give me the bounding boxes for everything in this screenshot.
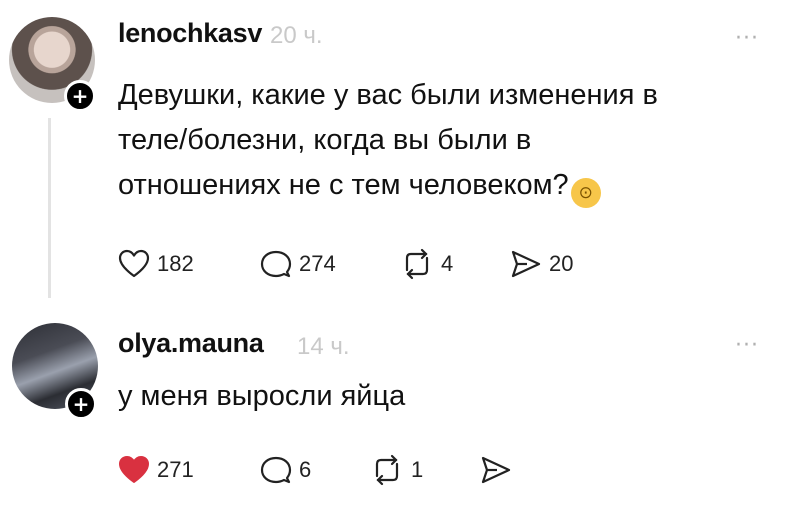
like-count: 271 bbox=[157, 457, 194, 482]
comment-button[interactable]: 6 bbox=[260, 450, 311, 490]
comment-icon bbox=[260, 456, 292, 484]
like-button[interactable]: 271 bbox=[118, 450, 194, 490]
username[interactable]: olya.mauna bbox=[118, 328, 264, 359]
comment-count: 6 bbox=[299, 457, 312, 482]
more-options-icon[interactable]: ··· bbox=[735, 333, 759, 358]
repost-icon bbox=[375, 454, 399, 486]
repost-button[interactable]: 1 bbox=[370, 450, 423, 490]
post-time: 14 ч. bbox=[297, 333, 350, 360]
heart-filled-icon bbox=[119, 456, 149, 483]
share-button[interactable] bbox=[480, 450, 519, 490]
post-2: + olya.mauna 14 ч. ··· у меня выросли яй… bbox=[0, 0, 800, 506]
repost-count: 1 bbox=[411, 457, 424, 482]
post-text: у меня выросли яйца bbox=[118, 380, 406, 412]
post-actions: 271 6 1 bbox=[118, 450, 558, 490]
follow-plus-icon[interactable]: + bbox=[65, 388, 97, 420]
share-icon bbox=[481, 456, 511, 484]
